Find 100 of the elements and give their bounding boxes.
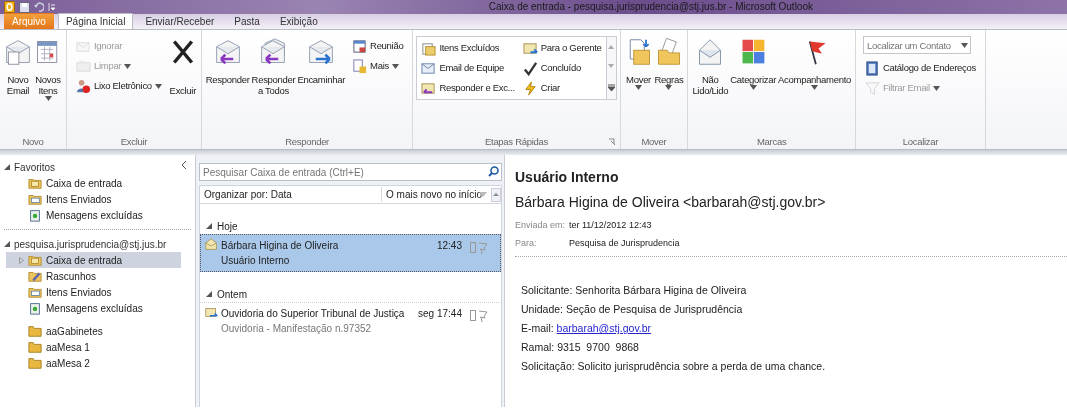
app-logo [4, 1, 15, 13]
message-item[interactable]: Bárbara Higina de Oliveira 12:43 Usuário Interno [200, 234, 501, 272]
folder-item[interactable]: Rascunhos [6, 268, 181, 284]
message-subject: Usuário Interno [221, 254, 291, 268]
inbox-folder-icon [28, 253, 42, 267]
field-value: Pesquisa de Jurisprudencia [569, 236, 681, 250]
contact-search-field[interactable]: Localizar um Contato [862, 36, 971, 54]
dialog-launcher-icon[interactable] [607, 138, 616, 146]
search-icon [488, 166, 499, 177]
ribbon-button[interactable]: Regras [653, 36, 685, 92]
group-label: Localizar [902, 136, 939, 147]
quick-step-button[interactable]: Email de Equipe [419, 58, 517, 78]
message-time: seg 17:44 [418, 307, 463, 321]
ribbon-button[interactable]: Acompanhamento [777, 36, 852, 92]
quick-step-button[interactable]: Responder e Exc... [419, 78, 517, 98]
ribbon-button[interactable]: Mover [623, 36, 654, 92]
arrange-by-label[interactable]: Organizar por: Data [200, 187, 381, 202]
sender-name: Bárbara Higina de Oliveira <barbarah@stj.gov.br> [515, 193, 827, 212]
body-line: Unidade: Seção de Pesquisa de Jurisprudência [521, 302, 744, 317]
ribbon-tab[interactable]: Enviar/Receber [137, 13, 223, 29]
reply-all-icon [259, 38, 288, 66]
message-subject: Usuário Interno [515, 168, 620, 187]
category-icon [470, 242, 476, 253]
field-value: ter 11/12/2012 12:43 [569, 219, 653, 232]
group-label: Responder [285, 136, 329, 147]
ribbon-button[interactable]: Responder [204, 36, 251, 87]
section-header[interactable]: pesquisa.jurisprudencia@stj.jus.br [14, 236, 167, 252]
folder-icon [76, 58, 91, 74]
filter-icon [864, 80, 880, 96]
group-label: Excluir [120, 136, 148, 147]
ribbon-tab[interactable]: Pasta [226, 13, 268, 29]
customize-icon [48, 2, 56, 12]
field-label: Enviada em: [515, 219, 567, 232]
message-sender: Ouvidoria do Superior Tribunal de Justiça [221, 307, 406, 321]
inbox-folder-icon [28, 176, 42, 190]
quick-step-button[interactable]: Concluído [520, 58, 604, 78]
search-field[interactable]: Pesquisar Caixa de entrada (Ctrl+E) [199, 163, 502, 181]
folder-item[interactable]: Itens Enviados [6, 284, 181, 300]
folder-icon [421, 40, 437, 56]
group-label: Marcas [757, 136, 787, 147]
trash-icon [28, 208, 42, 222]
scroll-down-icon [608, 64, 615, 69]
lightning-icon [522, 80, 538, 96]
sent-folder-icon [28, 285, 42, 299]
group-header[interactable]: Hoje [217, 218, 238, 234]
folder-icon [28, 324, 42, 338]
envelope-icon [522, 40, 538, 56]
save-icon [19, 1, 30, 13]
folder-item[interactable]: Caixa de entrada [6, 175, 181, 191]
group-label: Novo [22, 136, 44, 147]
window-title: Caixa de entrada - pesquisa.jurisprudencia@stj.jus.br - Microsoft Outlook [488, 0, 813, 14]
open-envelope-icon [205, 238, 218, 251]
message-subject: Ouvidoria - Manifestação n.97352 [221, 322, 373, 336]
section-header[interactable]: Favoritos [14, 159, 56, 175]
forwarded-mail-icon [205, 306, 218, 319]
trash-icon [28, 301, 42, 315]
expand-gallery-icon [607, 84, 615, 92]
ribbon-button[interactable]: Novos Itens [33, 36, 63, 103]
book-icon [864, 60, 880, 76]
ribbon-button[interactable]: Responder a Todos [250, 36, 297, 98]
sent-folder-icon [28, 192, 42, 206]
folder-item[interactable]: Mensagens excluídas [6, 207, 181, 223]
ribbon-button[interactable]: Mais [350, 56, 406, 76]
folder-item[interactable]: Mensagens excluídas [6, 300, 181, 316]
ribbon-tab[interactable]: Exibição [271, 13, 326, 29]
body-line: E-mail: barbarah@stj.gov.br [521, 321, 653, 336]
message-item[interactable]: Ouvidoria do Superior Tribunal de Justiça seg 17:44 Ouvidoria - Manifestação n.97352 [200, 302, 501, 340]
collapse-icon[interactable] [181, 161, 187, 169]
quick-step-button[interactable]: Para o Gerente [520, 38, 604, 58]
document-icon [352, 58, 368, 74]
undo-icon [34, 2, 44, 12]
ribbon-button[interactable]: Lixo Eletrônico [74, 76, 164, 96]
envelope-icon [421, 60, 437, 76]
drafts-folder-icon [28, 269, 42, 283]
category-icon [470, 310, 476, 321]
email-link[interactable]: barbarah@stj.gov.br [556, 322, 652, 334]
caret-icon [960, 43, 968, 48]
quick-step-button[interactable]: Criar [520, 78, 604, 98]
folder-item[interactable]: aaMesa 2 [6, 355, 181, 371]
group-label: Mover [641, 136, 667, 147]
ribbon-button[interactable]: Reunião [350, 36, 406, 56]
folder-item[interactable]: aaMesa 1 [6, 339, 181, 355]
body-line: Solicitação: Solicito jurisprudência sobre a perda de uma chance. [521, 359, 827, 374]
ribbon-button[interactable]: Catálogo de Endereços [862, 58, 978, 78]
folder-item[interactable]: aaGabinetes [6, 323, 181, 339]
calendar-icon [352, 38, 368, 54]
folder-item[interactable]: Caixa de entrada [6, 252, 181, 268]
folder-item[interactable]: Itens Enviados [6, 191, 181, 207]
ribbon-button[interactable]: Não Lido/Lido [691, 36, 730, 98]
scroll-up-icon [608, 44, 615, 49]
ribbon-button[interactable]: Excluir [167, 36, 198, 98]
quick-step-button[interactable]: Itens Excluídos [419, 38, 517, 58]
ribbon-button[interactable]: Categorizar [729, 36, 778, 92]
ribbon-button[interactable]: Novo Email [3, 36, 33, 98]
body-line: Ramal: 9315 9700 9868 [521, 340, 640, 355]
ribbon-tab[interactable]: Página Inicial [57, 13, 134, 29]
group-header[interactable]: Ontem [217, 286, 247, 302]
forward-icon [307, 38, 336, 66]
ribbon-button[interactable]: Encaminhar [296, 36, 347, 87]
message-sender: Bárbara Higina de Oliveira [221, 239, 340, 253]
